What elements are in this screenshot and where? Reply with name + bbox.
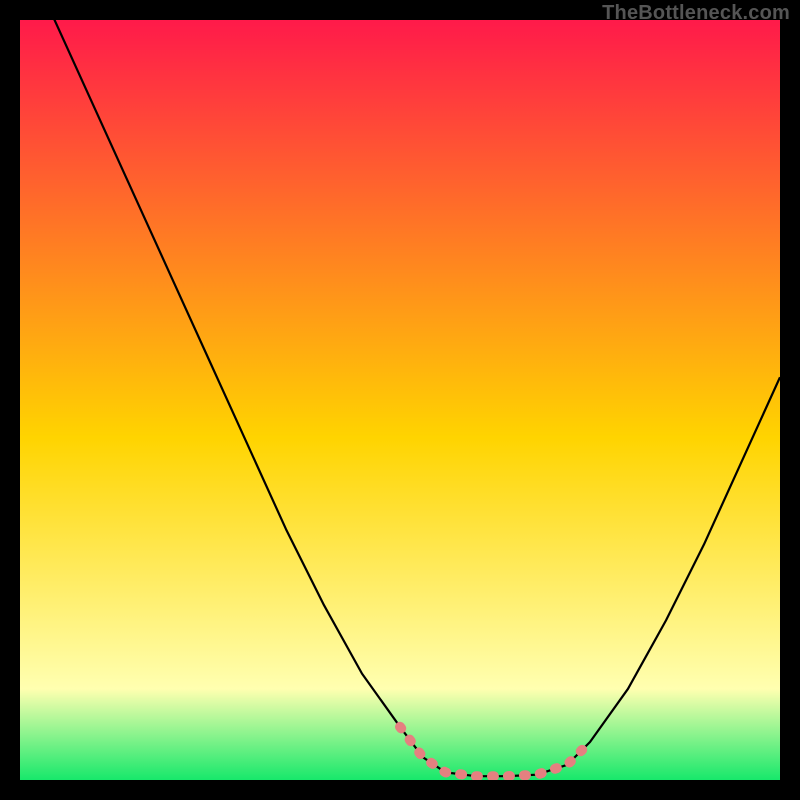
plot-area bbox=[20, 20, 780, 780]
chart-stage: TheBottleneck.com bbox=[0, 0, 800, 800]
bottleneck-curve bbox=[20, 20, 780, 776]
optimal-zone-curve bbox=[400, 727, 590, 776]
curve-layer bbox=[20, 20, 780, 780]
watermark-text: TheBottleneck.com bbox=[602, 2, 790, 25]
